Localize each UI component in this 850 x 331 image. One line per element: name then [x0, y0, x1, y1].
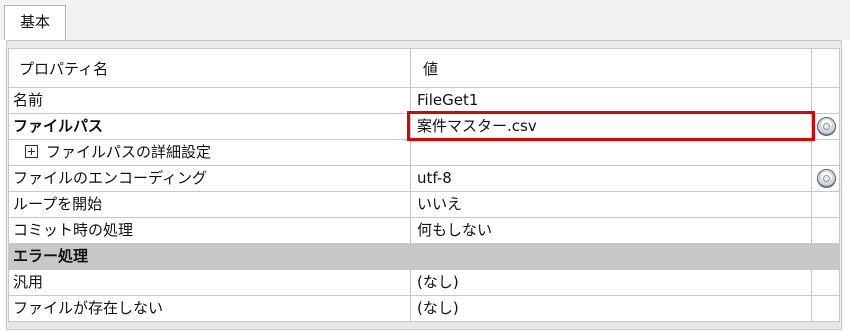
row-button-cell [811, 218, 840, 243]
property-value-commit-action[interactable]: 何もしない [410, 218, 811, 243]
column-header-value: 値 [410, 49, 811, 87]
row-button-cell [811, 140, 840, 165]
plus-box-icon[interactable] [25, 145, 38, 158]
property-label: ファイルパスの詳細設定 [46, 143, 212, 161]
property-label: ループを開始 [8, 192, 410, 217]
row-general[interactable]: 汎用 (なし) [8, 270, 840, 296]
property-value-encoding[interactable]: utf-8 [410, 166, 811, 191]
row-file-path[interactable]: ファイルパス 案件マスター.csv [8, 114, 840, 140]
row-button-cell [811, 88, 840, 113]
column-header-spacer [811, 49, 840, 87]
column-header-property-name: プロパティ名 [8, 49, 410, 87]
grid-footer [8, 322, 840, 328]
gear-icon[interactable] [817, 117, 836, 136]
property-label-wrap: ファイルパスの詳細設定 [8, 140, 410, 165]
property-label: 名前 [8, 88, 410, 113]
tab-bar: 基本 [0, 0, 850, 40]
property-value-file-path-details[interactable] [410, 140, 811, 165]
property-value-file-not-exist[interactable]: (なし) [410, 296, 811, 321]
property-label: ファイルのエンコーディング [8, 166, 410, 191]
row-button-cell [811, 192, 840, 217]
property-value-name[interactable]: FileGet1 [410, 88, 811, 113]
property-value-general[interactable]: (なし) [410, 270, 811, 295]
property-value-file-path[interactable]: 案件マスター.csv [410, 114, 811, 139]
row-file-not-exist[interactable]: ファイルが存在しない (なし) [8, 296, 840, 322]
section-label: エラー処理 [8, 244, 410, 269]
property-label: ファイルが存在しない [8, 296, 410, 321]
tab-basic[interactable]: 基本 [4, 5, 66, 40]
row-button-cell [811, 270, 840, 295]
row-name[interactable]: 名前 FileGet1 [8, 88, 840, 114]
property-label: コミット時の処理 [8, 218, 410, 243]
section-error-handling[interactable]: エラー処理 [8, 244, 840, 270]
row-button-cell [811, 296, 840, 321]
property-value-start-loop[interactable]: いいえ [410, 192, 811, 217]
grid-header: プロパティ名 値 [8, 48, 840, 88]
row-button-cell [811, 114, 840, 139]
property-label: ファイルパス [8, 114, 410, 139]
row-start-loop[interactable]: ループを開始 いいえ [8, 192, 840, 218]
row-button-cell [811, 244, 840, 269]
row-file-path-details[interactable]: ファイルパスの詳細設定 [8, 140, 840, 166]
row-button-cell [811, 166, 840, 191]
property-label: 汎用 [8, 270, 410, 295]
gear-icon[interactable] [817, 169, 836, 188]
row-encoding[interactable]: ファイルのエンコーディング utf-8 [8, 166, 840, 192]
row-commit-action[interactable]: コミット時の処理 何もしない [8, 218, 840, 244]
section-value [410, 244, 811, 269]
